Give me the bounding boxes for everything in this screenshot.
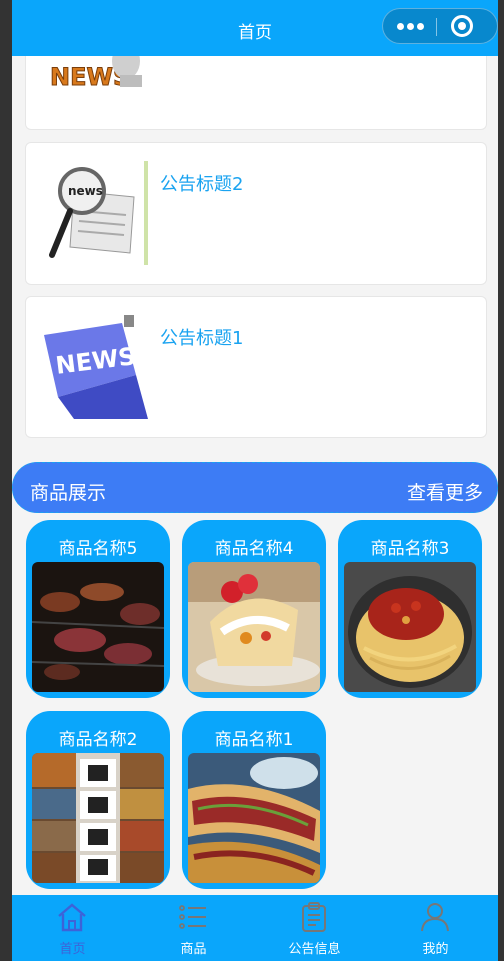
home-icon <box>58 903 86 932</box>
notice-card[interactable]: news 公告标题2 <box>25 142 487 285</box>
clipboard-icon <box>302 902 326 932</box>
more-icon[interactable] <box>397 23 425 31</box>
product-image <box>188 562 320 692</box>
product-name: 商品名称5 <box>58 539 138 559</box>
product-card[interactable]: 商品名称5 <box>26 520 170 698</box>
notice-card[interactable]: NEWS 公告标题1 <box>25 296 487 438</box>
notice-thumbnail: NEWS <box>44 315 148 419</box>
capsule-divider <box>436 18 437 36</box>
product-name: 商品名称1 <box>214 730 294 750</box>
tab-mine[interactable]: 我的 <box>375 895 496 961</box>
tab-label: 我的 <box>422 942 449 957</box>
product-name: 商品名称4 <box>214 539 294 559</box>
svg-text:news: news <box>68 184 103 198</box>
view-more-link[interactable]: 查看更多 <box>407 478 483 505</box>
tab-products[interactable]: 商品 <box>133 895 254 961</box>
product-image <box>32 753 164 883</box>
section-title: 商品展示 <box>30 482 107 504</box>
product-image <box>344 562 476 692</box>
tab-label: 公告信息 <box>288 942 341 957</box>
product-card[interactable]: 商品名称2 <box>26 711 170 889</box>
tab-notices[interactable]: 公告信息 <box>254 895 375 961</box>
tab-label: 首页 <box>59 942 86 957</box>
notice-thumbnail: news <box>44 161 148 265</box>
mini-program-capsule <box>382 8 498 44</box>
product-card[interactable]: 商品名称3 <box>338 520 482 698</box>
products-section-header: 商品展示 查看更多 <box>12 462 498 513</box>
close-target-icon[interactable] <box>451 15 473 37</box>
product-image <box>32 562 164 692</box>
product-name: 商品名称2 <box>58 730 138 750</box>
tab-label: 商品 <box>180 942 207 957</box>
list-icon <box>179 905 206 929</box>
notice-title: 公告标题1 <box>160 328 244 349</box>
product-image <box>188 753 320 883</box>
notice-title: 公告标题2 <box>160 174 244 195</box>
bottom-tab-bar: 首页 商品 公告信息 我的 <box>12 895 498 961</box>
tab-home[interactable]: 首页 <box>12 895 133 961</box>
product-card[interactable]: 商品名称1 <box>182 711 326 889</box>
phone-screen: 首页 NEWS news 公告标题2 NEWS 公告标题1 商品展示 查看更多 … <box>12 0 498 961</box>
nav-header: 首页 <box>12 0 498 56</box>
product-name: 商品名称3 <box>370 539 450 559</box>
user-icon <box>421 903 449 932</box>
product-card[interactable]: 商品名称4 <box>182 520 326 698</box>
